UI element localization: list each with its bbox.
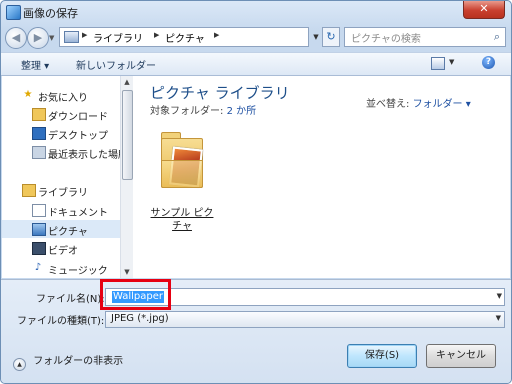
pictures-icon xyxy=(32,223,46,236)
breadcrumb-libraries[interactable]: ライブラリ xyxy=(93,30,143,45)
arrange-by-dropdown[interactable]: フォルダー ▾ xyxy=(413,99,471,110)
nav-item-pictures[interactable]: ピクチャ xyxy=(2,220,120,238)
search-box[interactable]: ピクチャの検索 ⌕ xyxy=(344,27,506,47)
nav-item-videos[interactable]: ビデオ xyxy=(2,239,120,257)
history-dropdown-icon[interactable]: ▼ xyxy=(49,34,54,42)
nav-item-favorites[interactable]: ★ お気に入り xyxy=(2,86,120,104)
filetype-dropdown-icon[interactable]: ▼ xyxy=(496,314,501,322)
downloads-folder-icon xyxy=(32,108,46,121)
search-placeholder: ピクチャの検索 xyxy=(351,34,421,45)
breadcrumb-arrow-icon[interactable]: ▶ xyxy=(82,31,87,39)
documents-icon xyxy=(32,204,46,217)
library-subtitle: 対象フォルダー: 2 か所 xyxy=(150,106,257,117)
file-list-pane: ピクチャ ライブラリ 対象フォルダー: 2 か所 並べ替え: フォルダー ▾ サ… xyxy=(133,76,510,278)
nav-item-recent-places[interactable]: 最近表示した場所 xyxy=(2,143,120,161)
view-dropdown-icon[interactable]: ▼ xyxy=(449,58,454,66)
music-icon: ♪ xyxy=(34,262,42,273)
filename-label: ファイル名(N): xyxy=(36,294,105,305)
desktop-icon xyxy=(32,127,46,140)
sample-pictures-folder-icon[interactable] xyxy=(157,130,205,188)
filetype-select[interactable]: JPEG (*.jpg) ▼ xyxy=(105,311,505,328)
nav-item-music[interactable]: ♪ ミュージック xyxy=(2,259,120,277)
scroll-thumb[interactable] xyxy=(122,90,133,180)
refresh-button[interactable]: ↻ xyxy=(322,27,340,47)
videos-icon xyxy=(32,242,46,255)
sample-pictures-folder-label[interactable]: サンプル ピクチャ xyxy=(147,207,217,233)
filename-highlight-box xyxy=(100,279,171,310)
nav-item-documents[interactable]: ドキュメント xyxy=(2,201,120,219)
filetype-value: JPEG (*.jpg) xyxy=(111,313,169,324)
change-view-icon[interactable] xyxy=(431,57,445,70)
breadcrumb-pictures[interactable]: ピクチャ xyxy=(165,30,205,45)
help-icon[interactable]: ? xyxy=(482,56,495,69)
recent-places-icon xyxy=(32,146,46,159)
navigation-scrollbar[interactable]: ▲ ▼ xyxy=(120,76,133,278)
close-button[interactable]: ✕ xyxy=(463,1,505,19)
filename-dropdown-icon[interactable]: ▼ xyxy=(497,292,502,300)
title-bar: 画像の保存 ✕ xyxy=(1,1,511,23)
breadcrumb-arrow-icon[interactable]: ▶ xyxy=(214,31,219,39)
navigation-pane: ★ お気に入り ダウンロード デスクトップ 最近表示した場所 ライブラリ ドキュ… xyxy=(2,76,121,278)
save-form: ファイル名(N): Wallpaper ▼ ファイルの種類(T): JPEG (… xyxy=(1,279,511,383)
scroll-down-icon[interactable]: ▼ xyxy=(121,266,133,278)
chevron-up-icon: ▲ xyxy=(13,358,26,371)
star-icon: ★ xyxy=(23,89,33,100)
cancel-button[interactable]: キャンセル xyxy=(426,344,496,368)
nav-item-desktop[interactable]: デスクトップ xyxy=(2,124,120,142)
address-dropdown-icon[interactable]: ▼ xyxy=(310,28,322,46)
library-title: ピクチャ ライブラリ xyxy=(150,84,290,102)
arrange-by: 並べ替え: フォルダー ▾ xyxy=(366,99,471,110)
save-button[interactable]: 保存(S) xyxy=(347,344,417,368)
hide-folders-button[interactable]: ▲ フォルダーの非表示 xyxy=(13,352,123,371)
command-bar: 整理 ▾ 新しいフォルダー ▼ ? xyxy=(1,52,511,76)
search-icon[interactable]: ⌕ xyxy=(494,30,500,44)
address-bar[interactable]: ▶ ライブラリ ▶ ピクチャ ▶ xyxy=(59,27,309,47)
new-folder-button[interactable]: 新しいフォルダー xyxy=(76,57,156,72)
forward-button[interactable]: ▶ xyxy=(27,27,49,49)
internet-explorer-icon xyxy=(6,5,21,20)
target-locations-link[interactable]: 2 か所 xyxy=(227,106,257,117)
libraries-icon xyxy=(22,184,36,197)
nav-item-downloads[interactable]: ダウンロード xyxy=(2,105,120,123)
scroll-up-icon[interactable]: ▲ xyxy=(121,76,133,88)
breadcrumb-arrow-icon[interactable]: ▶ xyxy=(154,31,159,39)
dialog-title: 画像の保存 xyxy=(23,7,78,20)
library-location-icon xyxy=(64,31,79,43)
save-image-dialog: 画像の保存 ✕ ◀ ▶ ▼ ▶ ライブラリ ▶ ピクチャ ▶ ▼ ↻ ピクチャの… xyxy=(0,0,512,384)
nav-item-libraries[interactable]: ライブラリ xyxy=(2,181,120,199)
back-button[interactable]: ◀ xyxy=(5,27,27,49)
filetype-label: ファイルの種類(T): xyxy=(17,316,105,327)
organize-menu[interactable]: 整理 ▾ xyxy=(21,57,49,72)
address-row: ◀ ▶ ▼ ▶ ライブラリ ▶ ピクチャ ▶ ▼ ↻ ピクチャの検索 ⌕ xyxy=(1,24,511,50)
